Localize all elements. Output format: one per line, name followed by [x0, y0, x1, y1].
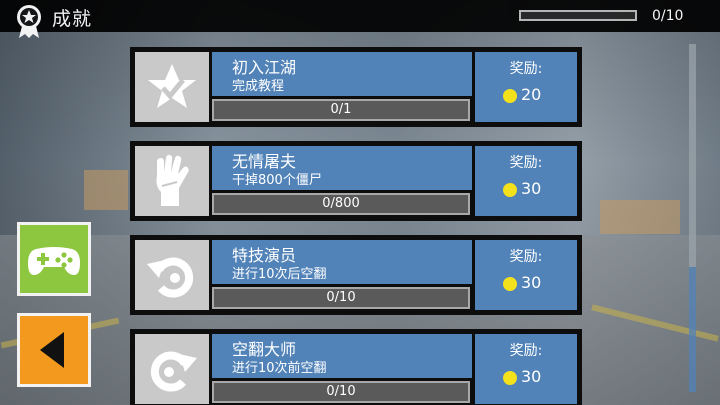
reward-box: 奖励: 30	[475, 146, 577, 216]
top-bar: 成就 0/10	[0, 0, 720, 38]
reward-value: 30	[521, 179, 542, 198]
reward-label: 奖励:	[509, 249, 543, 265]
achievement-progress-text: 0/10	[326, 384, 356, 399]
total-progress-bar	[519, 10, 637, 21]
coin-icon	[503, 371, 517, 385]
achievement-progress-bar: 0/10	[212, 287, 470, 309]
list-scrollbar[interactable]	[689, 44, 696, 392]
reward-value: 30	[521, 367, 542, 386]
achievement-desc: 完成教程	[232, 79, 285, 94]
coin-icon	[503, 183, 517, 197]
achievement-progress-text: 0/10	[326, 290, 356, 305]
reward-box: 奖励: 30	[475, 240, 577, 310]
medal-icon	[17, 5, 41, 38]
achievement-icon-box	[135, 240, 209, 310]
star-check-icon	[148, 64, 196, 108]
achievement-card: 初入江湖 完成教程 0/1 奖励: 20	[130, 47, 582, 127]
gamepad-icon	[28, 247, 80, 275]
achievement-progress-bar: 0/800	[212, 193, 470, 215]
coin-icon	[503, 89, 517, 103]
reward-value: 20	[521, 85, 542, 104]
back-button[interactable]	[17, 313, 91, 387]
achievement-icon-box	[135, 146, 209, 216]
reward-box: 奖励: 30	[475, 334, 577, 404]
achievement-card: 无情屠夫 干掉800个僵尸 0/800 奖励: 30	[130, 141, 582, 221]
scrollbar-thumb[interactable]	[689, 267, 696, 392]
reward-label: 奖励:	[509, 155, 543, 171]
backflip-arrow-icon	[147, 257, 194, 298]
achievement-card: 特技演员 进行10次后空翻 0/10 奖励: 30	[130, 235, 582, 315]
frontflip-arrow-icon	[150, 351, 197, 392]
crate	[600, 200, 680, 234]
zombie-hand-icon	[156, 154, 189, 206]
achievement-card: 空翻大师 进行10次前空翻 0/10 奖励: 30	[130, 329, 582, 405]
achievement-desc: 进行10次前空翻	[232, 361, 327, 376]
game-center-button[interactable]	[17, 222, 91, 296]
back-triangle-icon	[40, 332, 64, 368]
achievement-desc: 进行10次后空翻	[232, 267, 327, 282]
achievement-progress-text: 0/800	[322, 196, 360, 211]
achievement-progress-bar: 0/10	[212, 381, 470, 403]
achievement-progress-bar: 0/1	[212, 99, 470, 121]
reward-label: 奖励:	[509, 61, 543, 77]
page-title: 成就	[52, 8, 93, 30]
reward-label: 奖励:	[509, 343, 543, 359]
total-progress-count: 0/10	[652, 8, 684, 24]
reward-value: 30	[521, 273, 542, 292]
achievement-icon-box	[135, 52, 209, 122]
coin-icon	[503, 277, 517, 291]
achievement-desc: 干掉800个僵尸	[232, 173, 322, 188]
reward-box: 奖励: 20	[475, 52, 577, 122]
achievement-progress-text: 0/1	[330, 102, 352, 117]
achievement-list[interactable]: 初入江湖 完成教程 0/1 奖励: 20 无情屠夫 干掉800个僵尸 0/800…	[130, 47, 582, 405]
achievement-icon-box	[135, 334, 209, 404]
crate	[84, 170, 128, 210]
